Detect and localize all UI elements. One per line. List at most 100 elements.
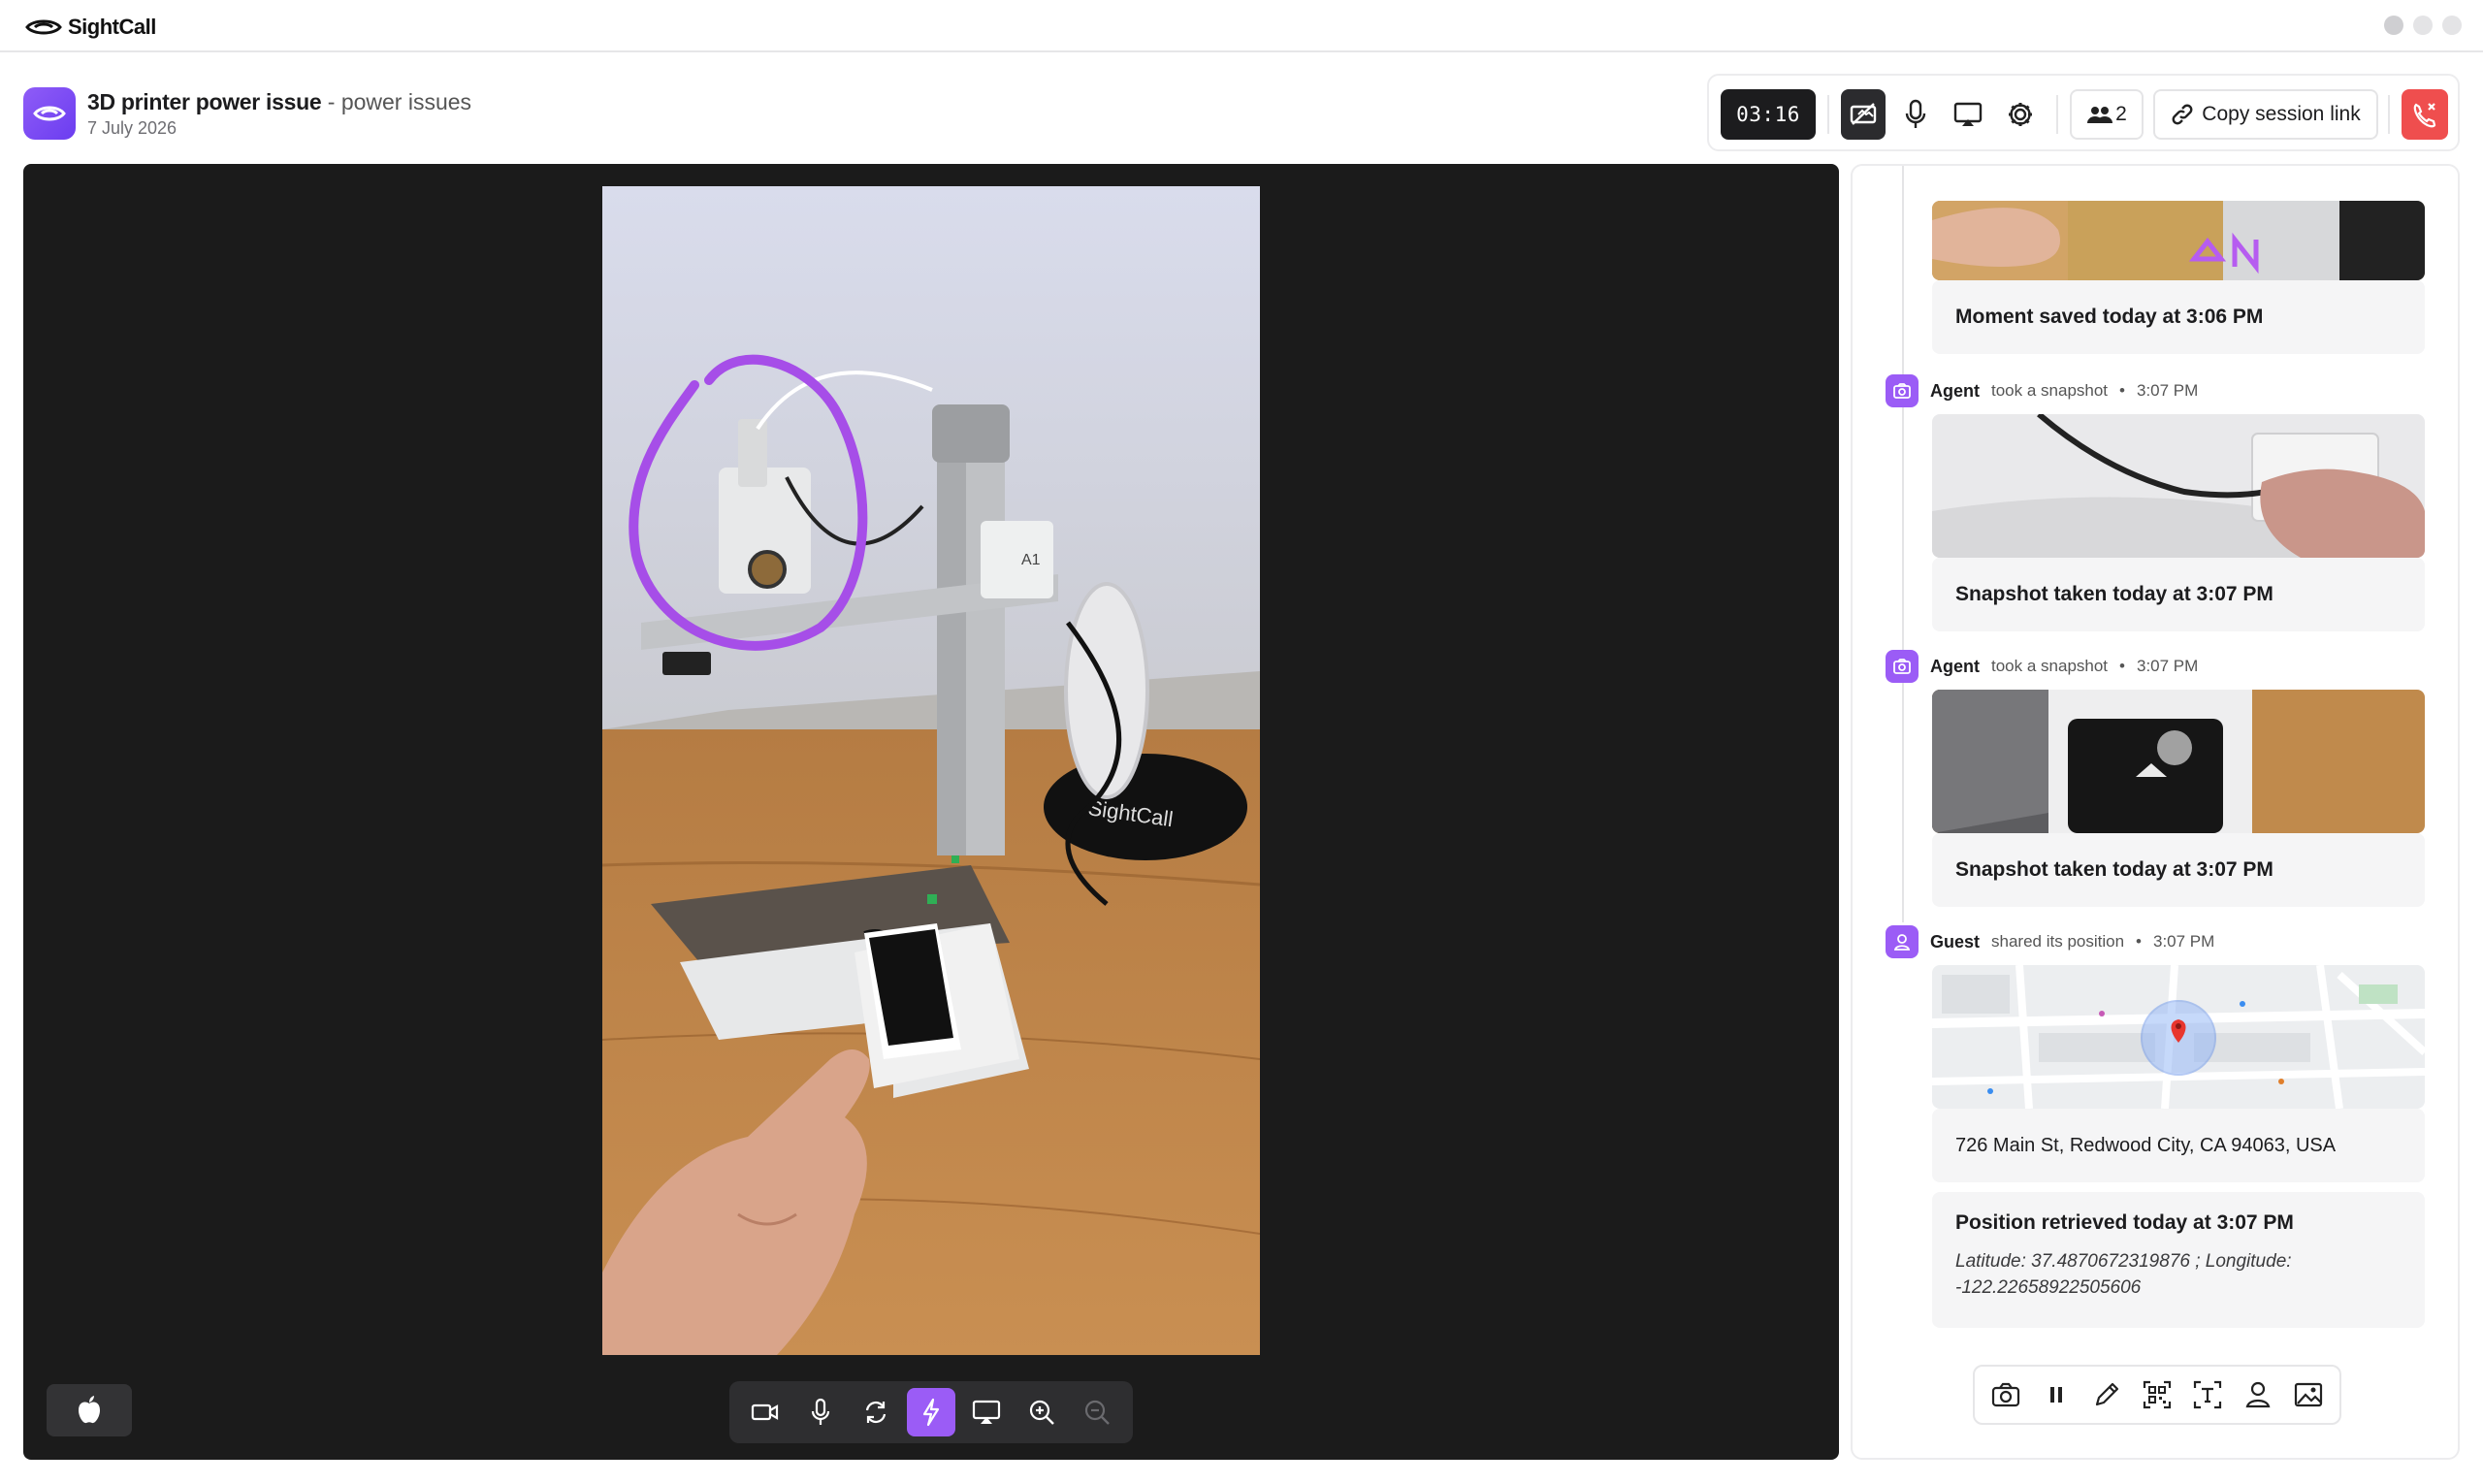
switch-camera-icon: [865, 1401, 886, 1424]
window-title-bar: SightCall: [0, 0, 2483, 52]
position-address: 726 Main St, Redwood City, CA 94063, USA: [1955, 1134, 2337, 1156]
zoom-out-button[interactable]: [1073, 1388, 1121, 1436]
copy-session-link-label: Copy session link: [2202, 103, 2361, 125]
moment-thumbnail[interactable]: [1932, 201, 2425, 280]
event-actor: Guest: [1930, 931, 1981, 952]
remote-video-feed[interactable]: SightCall A1: [602, 186, 1260, 1355]
toolbar-divider: [2388, 95, 2390, 134]
session-app-icon: [23, 87, 76, 140]
video-off-icon: [1850, 103, 1877, 125]
hang-up-button[interactable]: [2402, 89, 2448, 140]
window-maximize-button[interactable]: [2442, 16, 2462, 35]
event-header: Agent took a snapshot • 3:07 PM: [1886, 649, 2198, 684]
gallery-button[interactable]: [2287, 1373, 2330, 1416]
screen-cast-button[interactable]: [962, 1388, 1011, 1436]
location-user-icon: [1893, 934, 1911, 951]
toolbar-divider: [2056, 95, 2058, 134]
screen-share-button[interactable]: [1946, 89, 1990, 140]
moment-image: [1932, 201, 2425, 280]
event-action: took a snapshot: [1991, 381, 2109, 400]
event-camera-badge: [1886, 650, 1919, 683]
sightcall-logo-icon: [25, 19, 62, 35]
zoom-in-button[interactable]: [1017, 1388, 1066, 1436]
eye-logo-icon: [33, 106, 66, 121]
apple-icon: [79, 1396, 100, 1424]
screen-share-icon: [1953, 102, 1983, 126]
camera-icon: [1991, 1382, 2020, 1407]
position-result-card: Position retrieved today at 3:07 PM Lati…: [1932, 1192, 2425, 1328]
position-coordinates: Latitude: 37.4870672319876 ; Longitude: …: [1955, 1251, 2292, 1298]
event-camera-badge: [1886, 374, 1919, 407]
image-icon: [2294, 1382, 2323, 1407]
map-thumbnail[interactable]: [1932, 965, 2425, 1109]
camera-button[interactable]: [741, 1388, 790, 1436]
pause-icon: [2050, 1387, 2062, 1403]
camera-icon: [751, 1403, 778, 1421]
moment-caption: Moment saved today at 3:06 PM: [1955, 306, 2264, 328]
microphone-button[interactable]: [1893, 89, 1938, 140]
camera-icon: [1893, 659, 1911, 674]
switch-camera-button[interactable]: [852, 1388, 900, 1436]
flash-icon: [922, 1398, 940, 1427]
window-minimize-button[interactable]: [2413, 16, 2433, 35]
session-date: 7 July 2026: [87, 118, 177, 138]
event-time: 3:07 PM: [2136, 657, 2199, 675]
event-separator: •: [2119, 381, 2125, 400]
gear-icon: [2009, 103, 2032, 126]
snapshot-caption: Snapshot taken today at 3:07 PM: [1955, 583, 2273, 605]
event-time: 3:07 PM: [2153, 932, 2215, 951]
event-separator: •: [2136, 932, 2142, 951]
timeline-line: [1902, 166, 1904, 922]
video-controls-bar: [729, 1381, 1133, 1443]
zoom-out-icon: [1085, 1400, 1111, 1425]
event-action: took a snapshot: [1991, 657, 2109, 675]
snapshot-caption: Snapshot taken today at 3:07 PM: [1955, 858, 2273, 881]
map-image: [1932, 965, 2425, 1109]
take-snapshot-button[interactable]: [1984, 1373, 2027, 1416]
snapshot-card: Snapshot taken today at 3:07 PM: [1932, 833, 2425, 907]
video-toggle-button[interactable]: [1841, 89, 1886, 140]
snapshot-image: [1932, 690, 2425, 833]
qr-scan-button[interactable]: [2136, 1373, 2178, 1416]
brand-logo: SightCall: [25, 14, 156, 41]
flash-button[interactable]: [906, 1388, 955, 1436]
camera-icon: [1893, 383, 1911, 399]
svg-text:A1: A1: [1021, 552, 1041, 568]
moment-card: Moment saved today at 3:06 PM: [1932, 280, 2425, 354]
position-result-title: Position retrieved today at 3:07 PM: [1955, 1211, 2294, 1234]
microphone-icon: [811, 1398, 829, 1425]
video-scene-image: SightCall A1: [602, 186, 1260, 1355]
event-actor: Agent: [1930, 656, 1980, 676]
hang-up-icon: [2413, 103, 2436, 128]
request-location-button[interactable]: [2237, 1373, 2279, 1416]
qr-code-icon: [2143, 1380, 2172, 1409]
microphone-button[interactable]: [796, 1388, 845, 1436]
snapshot-thumbnail[interactable]: [1932, 690, 2425, 833]
pause-button[interactable]: [2035, 1373, 2078, 1416]
participants-icon: [2087, 107, 2113, 123]
participants-count: 2: [2115, 103, 2127, 125]
video-stream-panel: SightCall A1: [23, 164, 1839, 1460]
feed-tools-bar: [1973, 1365, 2341, 1425]
snapshot-thumbnail[interactable]: [1932, 414, 2425, 558]
session-header: 3D printer power issue - power issues 7 …: [87, 87, 471, 139]
ocr-icon: [2193, 1380, 2222, 1409]
link-icon: [2172, 104, 2193, 125]
event-action: shared its position: [1991, 932, 2125, 951]
session-toolbar: 03:16 2 Copy session link: [1707, 74, 2460, 151]
settings-button[interactable]: [1998, 89, 2043, 140]
page-title: 3D printer power issue - power issues: [87, 87, 471, 116]
participants-button[interactable]: 2: [2070, 89, 2144, 140]
event-header: Agent took a snapshot • 3:07 PM: [1886, 373, 2198, 408]
window-close-button[interactable]: [2384, 16, 2403, 35]
ocr-button[interactable]: [2186, 1373, 2229, 1416]
zoom-in-icon: [1030, 1400, 1055, 1425]
toolbar-divider: [1827, 95, 1829, 134]
copy-session-link-button[interactable]: Copy session link: [2153, 89, 2378, 140]
annotate-button[interactable]: [2085, 1373, 2128, 1416]
pen-icon: [2095, 1382, 2119, 1406]
event-actor: Agent: [1930, 380, 1980, 401]
event-separator: •: [2119, 657, 2125, 675]
event-header: Guest shared its position • 3:07 PM: [1886, 924, 2214, 959]
title-separator: -: [321, 89, 341, 114]
